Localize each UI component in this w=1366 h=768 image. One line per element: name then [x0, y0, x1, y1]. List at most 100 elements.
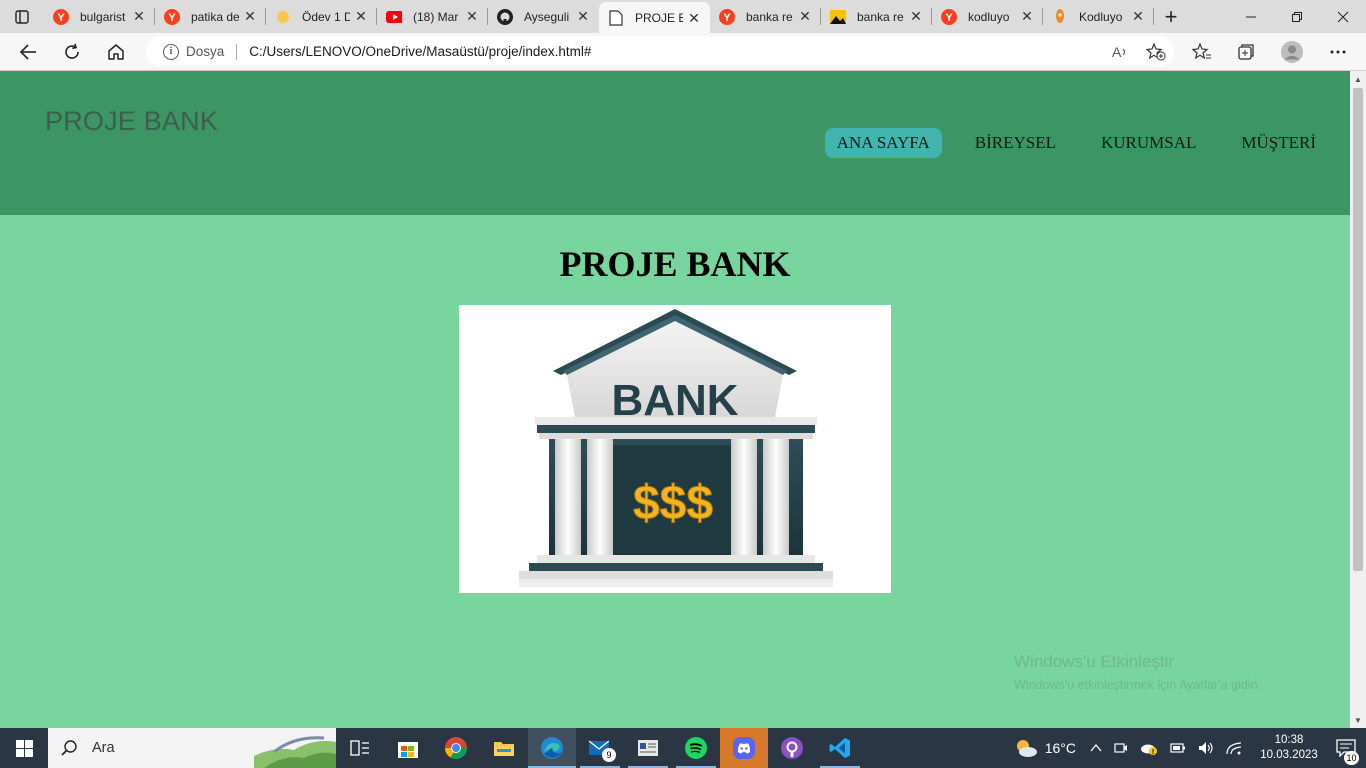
tab-close-icon[interactable]: ✕: [1131, 9, 1145, 23]
site-nav: ANA SAYFA BİREYSEL KURUMSAL MÜŞTERİ: [824, 128, 1328, 158]
github-desktop-app[interactable]: [768, 728, 816, 768]
scroll-up-arrow-icon[interactable]: ▲: [1350, 71, 1366, 87]
svg-text:Y: Y: [57, 12, 65, 24]
chrome-app[interactable]: [432, 728, 480, 768]
file-explorer-app[interactable]: [480, 728, 528, 768]
tab-close-icon[interactable]: ✕: [243, 9, 257, 23]
battery-icon[interactable]: [1170, 742, 1186, 754]
image-icon: [830, 9, 846, 25]
favorites-button[interactable]: [1188, 38, 1216, 66]
back-button[interactable]: [14, 38, 42, 66]
tab-actions-button[interactable]: [0, 0, 44, 33]
windows-activation-watermark: Windows'u Etkinleştir Windows'u etkinleş…: [1014, 652, 1261, 692]
page-title: PROJE BANK: [559, 244, 791, 284]
read-aloud-icon: A: [1112, 44, 1126, 60]
taskbar-clock[interactable]: 10:38 10.03.2023: [1252, 733, 1326, 763]
search-highlight-landscape-icon: [254, 736, 336, 768]
browser-tab[interactable]: (18) Mar ✕: [377, 0, 488, 33]
close-icon: [1337, 11, 1349, 22]
profile-button[interactable]: [1278, 38, 1306, 66]
tray-icons: !: [1090, 741, 1242, 755]
settings-more-button[interactable]: [1324, 38, 1352, 66]
onedrive-warning-icon[interactable]: !: [1140, 741, 1158, 755]
browser-tab[interactable]: Y kodluyo ✕: [932, 0, 1043, 33]
tab-close-icon[interactable]: ✕: [132, 9, 146, 23]
tab-close-icon[interactable]: ✕: [909, 9, 923, 23]
edge-app[interactable]: [528, 728, 576, 768]
tab-close-icon[interactable]: ✕: [465, 9, 479, 23]
tab-close-icon[interactable]: ✕: [1020, 9, 1034, 23]
weather-temperature[interactable]: 16°C: [1045, 740, 1076, 756]
edge-icon: [541, 737, 563, 759]
browser-tab[interactable]: Kodluyo ✕: [1043, 0, 1154, 33]
minimize-button[interactable]: [1228, 0, 1274, 33]
bank-building-illustration: BANK $$$: [519, 309, 833, 587]
tab-title: banka re: [857, 9, 904, 24]
browser-tab[interactable]: banka re ✕: [821, 0, 932, 33]
tab-close-icon[interactable]: ✕: [576, 9, 590, 23]
vscode-app[interactable]: [816, 728, 864, 768]
home-button[interactable]: [102, 38, 130, 66]
windows-logo-icon: [15, 739, 33, 757]
chevron-up-icon[interactable]: [1090, 743, 1102, 753]
scroll-thumb[interactable]: [1353, 88, 1363, 571]
yandex-icon: Y: [53, 8, 69, 25]
browser-tab[interactable]: Y bulgarist ✕: [44, 0, 155, 33]
nav-link-musteri[interactable]: MÜŞTERİ: [1229, 128, 1328, 158]
site-logo[interactable]: PROJE BANK: [45, 106, 218, 137]
rocket-icon: [1052, 8, 1068, 25]
github-desktop-icon: [781, 737, 803, 759]
taskbar-search-box[interactable]: Ara: [48, 728, 336, 768]
url-text[interactable]: C:/Users/LENOVO/OneDrive/Masaüstü/proje/…: [249, 44, 591, 59]
browser-tab[interactable]: Ödev 1 D ✕: [266, 0, 377, 33]
close-window-button[interactable]: [1320, 0, 1366, 33]
sun-icon: [275, 9, 291, 25]
collections-icon: [1238, 44, 1254, 60]
tab-close-icon[interactable]: ✕: [798, 9, 812, 23]
browser-tab[interactable]: Y banka re ✕: [710, 0, 821, 33]
browser-tab[interactable]: Y patika de ✕: [155, 0, 266, 33]
office-app[interactable]: [624, 728, 672, 768]
refresh-button[interactable]: [58, 38, 86, 66]
mail-app[interactable]: 9: [576, 728, 624, 768]
nav-link-bireysel[interactable]: BİREYSEL: [963, 128, 1068, 158]
weather-icon[interactable]: [1013, 737, 1039, 759]
tab-title: Ayseguli: [524, 9, 570, 24]
collections-button[interactable]: [1232, 38, 1260, 66]
task-view-button[interactable]: [336, 728, 384, 768]
scroll-down-arrow-icon[interactable]: ▼: [1350, 712, 1366, 728]
browser-tab[interactable]: Ayseguli ✕: [488, 0, 599, 33]
svg-text:Y: Y: [723, 12, 731, 24]
speaker-icon[interactable]: [1198, 741, 1214, 755]
minimize-icon: [1246, 16, 1256, 17]
restore-button[interactable]: [1274, 0, 1320, 33]
new-tab-button[interactable]: +: [1154, 0, 1188, 33]
browser-tab-strip: Y bulgarist ✕ Y patika de ✕ Ödev 1 D ✕ (…: [0, 0, 1366, 33]
tab-close-icon[interactable]: ✕: [354, 9, 368, 23]
spotify-icon: [685, 737, 707, 759]
nav-link-kurumsal[interactable]: KURUMSAL: [1089, 128, 1208, 158]
address-bar[interactable]: i Dosya C:/Users/LENOVO/OneDrive/Masaüst…: [146, 36, 1174, 67]
add-favorite-button[interactable]: [1138, 42, 1174, 61]
page-scrollbar[interactable]: ▲ ▼: [1350, 71, 1366, 728]
nav-link-ana-sayfa[interactable]: ANA SAYFA: [824, 128, 942, 158]
start-button[interactable]: [0, 728, 48, 768]
back-arrow-icon: [19, 44, 36, 60]
window-controls: [1228, 0, 1366, 33]
folder-icon: [494, 742, 514, 756]
wifi-icon[interactable]: [1226, 741, 1242, 755]
info-icon[interactable]: i: [163, 43, 179, 60]
tab-actions-icon: [15, 9, 29, 24]
browser-tab-active[interactable]: PROJE B ✕: [599, 2, 710, 33]
store-app[interactable]: [384, 728, 432, 768]
tab-title: banka re: [746, 9, 793, 24]
action-center-button[interactable]: 10: [1326, 739, 1366, 765]
discord-app[interactable]: [720, 728, 768, 768]
tab-close-icon[interactable]: ✕: [687, 11, 701, 25]
address-divider: [236, 43, 238, 60]
meet-now-icon[interactable]: [1114, 741, 1128, 755]
read-aloud-button[interactable]: A: [1102, 44, 1138, 60]
spotify-app[interactable]: [672, 728, 720, 768]
clock-date: 10.03.2023: [1260, 749, 1318, 761]
youtube-icon: [386, 9, 402, 25]
